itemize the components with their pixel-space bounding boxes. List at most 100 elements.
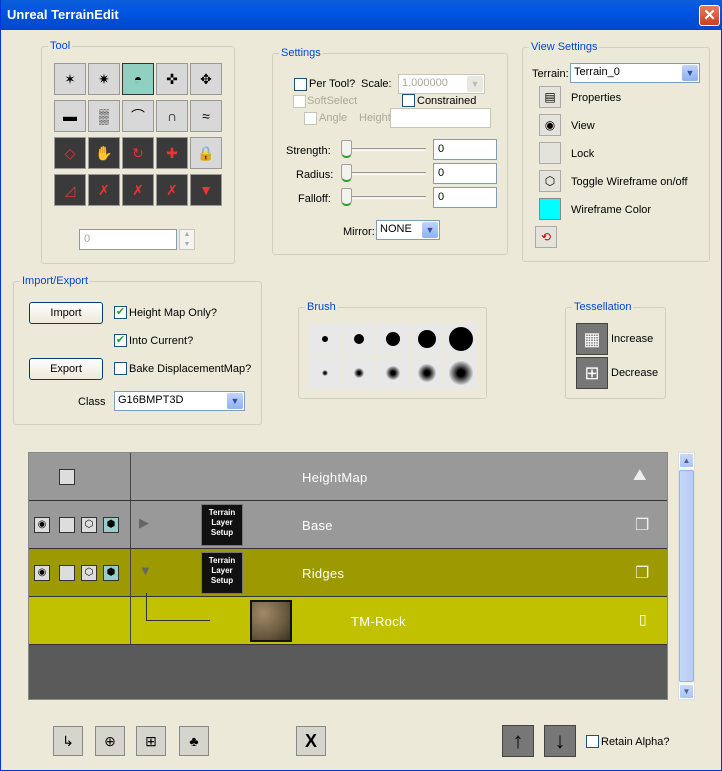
layer-list-scrollbar[interactable]: ▲ ▼ [678,452,695,700]
close-button[interactable]: ✕ [699,5,720,26]
edge-turn-icon[interactable]: ◿ [54,174,86,206]
arrow-red-icon[interactable]: ▼ [190,174,222,206]
enable-checkbox[interactable] [59,565,75,581]
wireframe-cube-icon[interactable]: ⬡ [81,517,97,533]
import-button[interactable]: Import [29,302,103,324]
strength-slider-thumb[interactable] [341,140,352,158]
scroll-up-button[interactable]: ▲ [679,453,694,468]
soft-brush-5[interactable] [445,357,477,389]
radius-field[interactable]: 0 [433,163,497,184]
delete-c-icon[interactable]: ✗ [156,174,188,206]
radius-slider-thumb[interactable] [341,164,352,182]
delete-b-icon[interactable]: ✗ [122,174,154,206]
layer-row-ridges[interactable]: ◉ ⬡ ⬢ ▼ Terrain Layer Setup Ridges ❐ [29,549,667,597]
enable-checkbox[interactable] [59,517,75,533]
into-current-label: Into Current? [129,335,194,347]
layer-row-tm-rock[interactable]: TM-Rock ▯ [29,593,667,645]
noise-icon[interactable]: ▒ [88,100,120,132]
lock-icon[interactable] [539,142,561,164]
hard-brush-4[interactable] [411,323,443,355]
solid-cube-icon[interactable]: ⬢ [103,565,119,581]
tool-value-spinner[interactable]: ▲ ▼ [179,229,195,250]
eye-icon[interactable]: ◉ [34,565,50,581]
per-tool-checkbox[interactable] [294,78,307,91]
into-current-checkbox[interactable]: ✔ [114,334,127,347]
move-down-button[interactable]: ↓ [544,725,576,757]
erode-icon[interactable]: ≈ [190,100,222,132]
decrease-grid-icon[interactable]: ⊞ [576,357,608,389]
terrain-combo[interactable]: Terrain_0 ▼ [570,63,700,83]
strength-label: Strength: [286,145,331,157]
mountain-icon: ⛰ [633,467,647,484]
scroll-down-button[interactable]: ▼ [679,684,694,699]
lock-icon[interactable]: 🔒 [190,137,222,169]
decoration-layer-icon[interactable]: ♣ [179,726,209,756]
scale-combo[interactable]: 1.000000 ▼ [398,74,485,94]
mirror-combo[interactable]: NONE ▼ [376,220,440,240]
soft-brush-4[interactable] [411,357,443,389]
wireframe-cube-icon[interactable]: ⬡ [539,170,561,192]
add-sublayer-icon[interactable]: ⊞ [136,726,166,756]
layer-row-base[interactable]: ◉ ⬡ ⬢ ▶ Terrain Layer Setup Base ❐ [29,501,667,549]
paint-flatten-icon[interactable]: ✷ [88,63,120,95]
collapse-arrow-icon[interactable]: ▼ [139,563,152,578]
import-layer-icon[interactable]: ↳ [53,726,83,756]
layer-row-heightmap[interactable]: HeightMap ⛰ [29,453,667,501]
radius-label: Radius: [296,169,334,181]
properties-icon[interactable]: ▤ [539,86,561,108]
height-field[interactable] [390,108,491,128]
softselect-checkbox[interactable] [293,95,306,108]
retain-alpha-checkbox[interactable] [586,735,599,748]
toggle-wireframe-label: Toggle Wireframe on/off [571,176,688,188]
smooth-icon[interactable]: ⌒ [122,100,154,132]
smooth-select-icon[interactable]: ✜ [156,63,188,95]
visibility-icon[interactable]: ◇ [54,137,86,169]
refresh-icon[interactable]: ⟲ [535,226,557,248]
wireframe-color-swatch[interactable] [539,198,561,220]
add-layer-icon[interactable]: ⊕ [95,726,125,756]
eye-icon[interactable]: ◉ [539,114,561,136]
falloff-slider-thumb[interactable] [341,188,352,206]
average-icon[interactable]: ∩ [156,100,188,132]
tangent-icon[interactable]: ✚ [156,137,188,169]
expand-arrow-icon[interactable]: ▶ [139,515,149,531]
scroll-thumb[interactable] [679,470,694,682]
row-controls [29,453,131,500]
paint-select-icon[interactable]: ◓ [122,63,154,95]
visibility-checkbox[interactable] [59,469,75,485]
soft-brush-3[interactable] [377,357,409,389]
radius-slider-track[interactable] [344,172,426,175]
class-combo[interactable]: G16BMPT3D ▼ [114,391,245,411]
height-map-only-checkbox[interactable]: ✔ [114,306,127,319]
delete-a-icon[interactable]: ✗ [88,174,120,206]
rotate-icon[interactable]: ↻ [122,137,154,169]
falloff-slider-track[interactable] [344,196,426,199]
paint-vertex-icon[interactable]: ✶ [54,63,86,95]
hard-brush-3[interactable] [377,323,409,355]
hard-brush-5[interactable] [445,323,477,355]
soft-brush-2[interactable] [343,357,375,389]
delete-layer-button[interactable]: X [296,726,326,756]
angle-checkbox[interactable] [304,112,317,125]
tool-value-field[interactable]: 0 [79,229,177,250]
eye-icon[interactable]: ◉ [34,517,50,533]
strength-slider-track[interactable] [344,148,426,151]
terrain-value: Terrain_0 [574,66,620,78]
soft-brush-1[interactable] [309,357,341,389]
retain-alpha-label: Retain Alpha? [601,736,670,748]
hard-brush-2[interactable] [343,323,375,355]
strength-field[interactable]: 0 [433,139,497,160]
constrained-checkbox[interactable] [402,94,415,107]
bake-checkbox[interactable] [114,362,127,375]
hard-brush-1[interactable] [309,323,341,355]
move-up-button[interactable]: ↑ [502,725,534,757]
move-select-icon[interactable]: ✥ [190,63,222,95]
wireframe-cube-icon[interactable]: ⬡ [81,565,97,581]
export-button[interactable]: Export [29,358,103,380]
flatten-icon[interactable]: ▬ [54,100,86,132]
solid-cube-icon[interactable]: ⬢ [103,517,119,533]
paint-hand-icon[interactable]: ✋ [88,137,120,169]
increase-grid-icon[interactable]: ▦ [576,323,608,355]
layer-list[interactable]: HeightMap ⛰ ◉ ⬡ ⬢ ▶ Terrain Layer Setup … [28,452,668,700]
falloff-field[interactable]: 0 [433,187,497,208]
